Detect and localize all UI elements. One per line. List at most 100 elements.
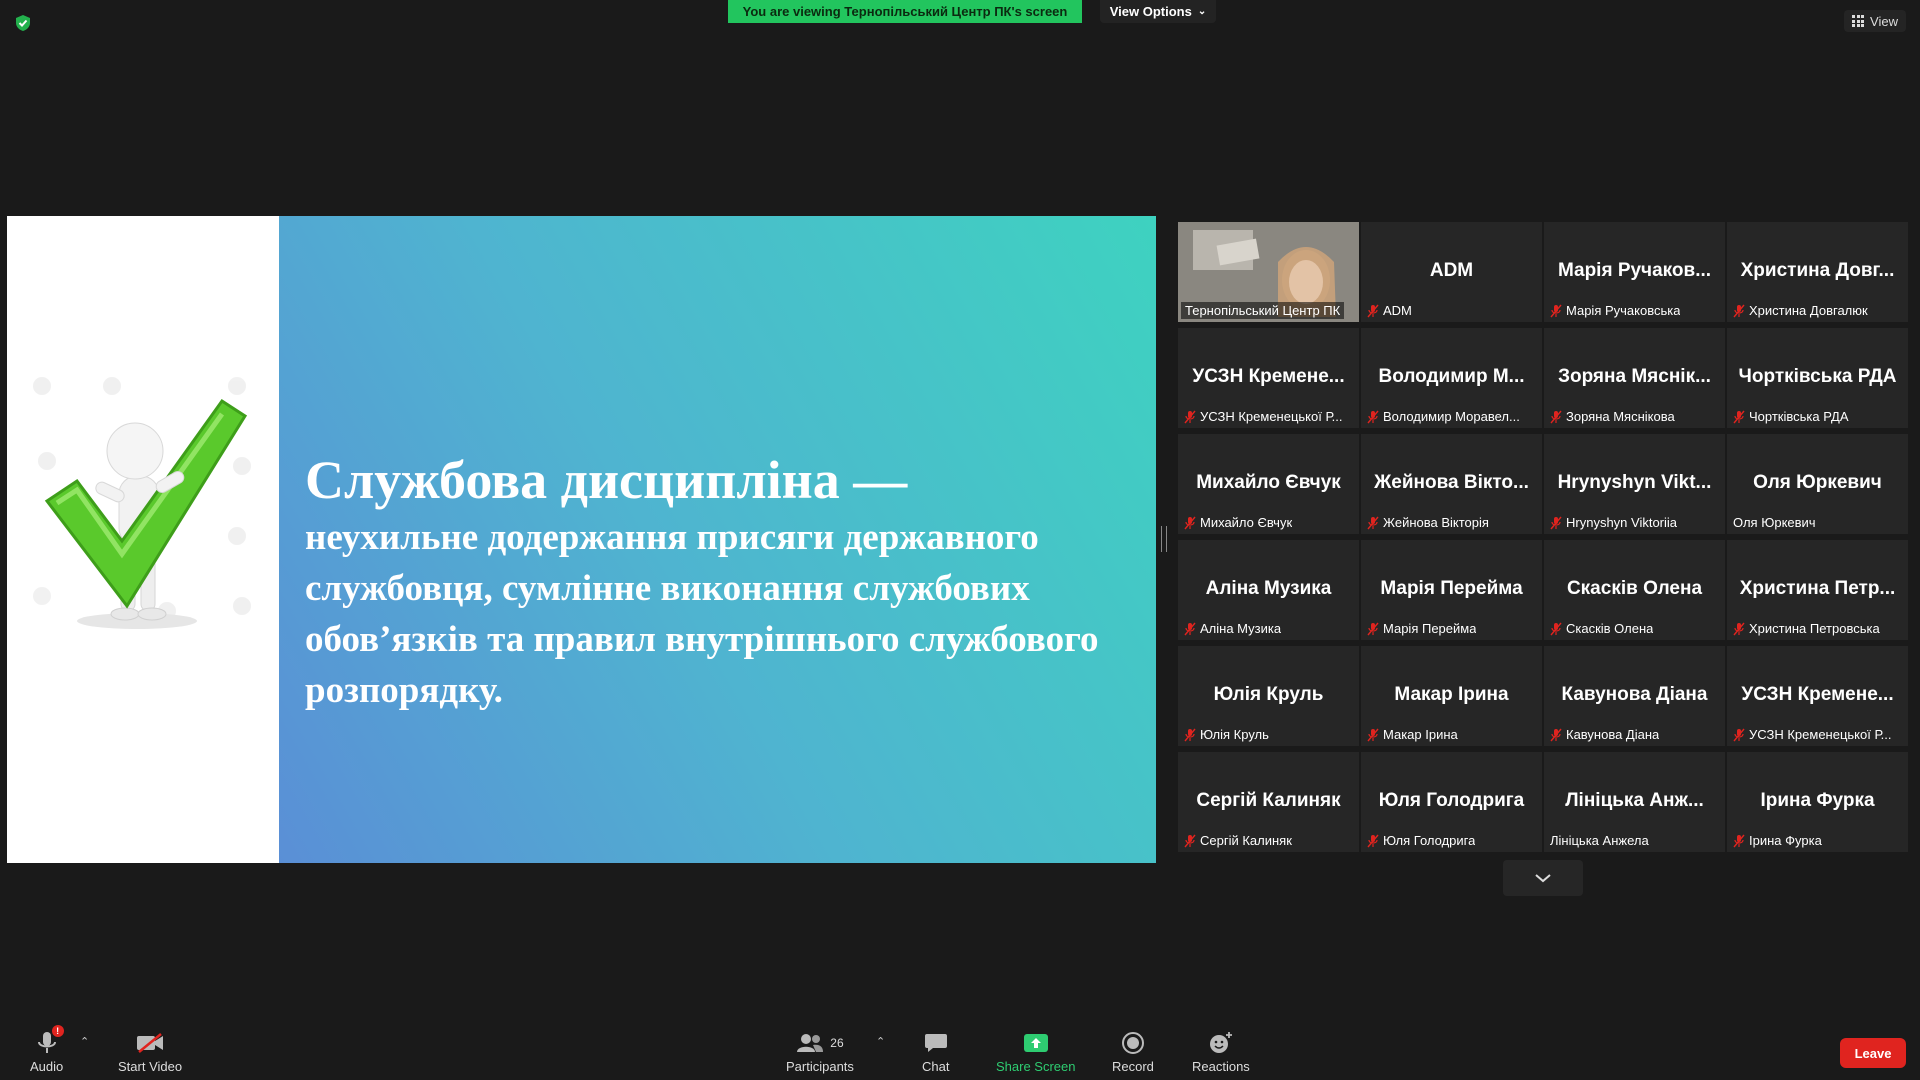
muted-microphone-icon bbox=[1184, 516, 1196, 529]
participant-tile[interactable]: Зоряна Мяснік... Зоряна Мяснікова bbox=[1544, 328, 1725, 428]
participant-tile[interactable]: Чортківська РДА Чортківська РДА bbox=[1727, 328, 1908, 428]
participant-tile[interactable]: ADM ADM bbox=[1361, 222, 1542, 322]
participant-display-name: УСЗН Кремене... bbox=[1741, 684, 1894, 705]
participant-tile[interactable]: Аліна Музика Аліна Музика bbox=[1178, 540, 1359, 640]
participant-label-text: Жейнова Вікторія bbox=[1383, 515, 1489, 530]
participant-tile[interactable]: Hrynyshyn Vikt... Hrynyshyn Viktoriia bbox=[1544, 434, 1725, 534]
participant-display-name: Юля Голодрига bbox=[1378, 790, 1525, 811]
participants-button[interactable]: 26 Participants bbox=[786, 1027, 854, 1074]
participant-name-label: Hrynyshyn Viktoriia bbox=[1550, 515, 1721, 530]
participant-tile[interactable]: Скасків Олена Скасків Олена bbox=[1544, 540, 1725, 640]
muted-microphone-icon bbox=[1367, 516, 1379, 529]
participant-tile[interactable]: Володимир М... Володимир Моравел... bbox=[1361, 328, 1542, 428]
audio-options-caret[interactable]: ⌃ bbox=[80, 1035, 89, 1048]
participant-label-text: Марія Ручаковська bbox=[1566, 303, 1681, 318]
shield-icon[interactable] bbox=[14, 14, 32, 32]
participant-display-name: Жейнова Вікто... bbox=[1374, 472, 1529, 493]
view-options-button[interactable]: View Options ⌄ bbox=[1100, 0, 1216, 23]
checkmark-figure-illustration bbox=[33, 377, 251, 629]
participant-tile[interactable]: Оля Юркевич Оля Юркевич bbox=[1727, 434, 1908, 534]
start-video-button[interactable]: Start Video bbox=[118, 1027, 182, 1074]
slide-content-panel: Службова дисципліна — неухильне додержан… bbox=[279, 216, 1156, 863]
participant-tile[interactable]: УСЗН Кремене... УСЗН Кременецької Р... bbox=[1727, 646, 1908, 746]
reactions-button[interactable]: Reactions bbox=[1192, 1027, 1250, 1074]
grid-icon bbox=[1852, 15, 1865, 27]
participants-icon bbox=[797, 1034, 824, 1052]
share-screen-button[interactable]: Share Screen bbox=[996, 1027, 1076, 1074]
chat-icon bbox=[924, 1034, 947, 1052]
leave-button[interactable]: Leave bbox=[1840, 1038, 1906, 1068]
muted-microphone-icon bbox=[1550, 410, 1562, 423]
view-label: View bbox=[1870, 13, 1898, 29]
participant-label-text: Скасків Олена bbox=[1566, 621, 1654, 636]
slide-image-panel bbox=[7, 216, 279, 863]
participants-options-caret[interactable]: ⌃ bbox=[876, 1035, 885, 1048]
participant-name-label: Марія Ручаковська bbox=[1550, 303, 1721, 318]
participants-count: 26 bbox=[830, 1036, 844, 1050]
participant-name-label: Марія Перейма bbox=[1367, 621, 1538, 636]
muted-microphone-icon bbox=[1733, 410, 1745, 423]
participant-tile[interactable]: Марія Перейма Марія Перейма bbox=[1361, 540, 1542, 640]
participant-name-label: ADM bbox=[1367, 303, 1538, 318]
participant-tile[interactable]: Христина Петр... Христина Петровська bbox=[1727, 540, 1908, 640]
chat-button[interactable]: Chat bbox=[922, 1027, 949, 1074]
participant-label-text: УСЗН Кременецької Р... bbox=[1200, 409, 1343, 424]
participant-tile[interactable]: Сергій Калиняк Сергій Калиняк bbox=[1178, 752, 1359, 852]
audio-label: Audio bbox=[30, 1059, 64, 1074]
muted-microphone-icon bbox=[1550, 728, 1562, 741]
participant-name-label: Аліна Музика bbox=[1184, 621, 1355, 636]
participant-name-label: Жейнова Вікторія bbox=[1367, 515, 1538, 530]
slide-title: Службова дисципліна — bbox=[305, 450, 908, 510]
participant-display-name: Кавунова Діана bbox=[1561, 684, 1708, 705]
participant-tile[interactable]: Юля Голодрига Юля Голодрига bbox=[1361, 752, 1542, 852]
gallery-next-page-button[interactable] bbox=[1503, 860, 1583, 896]
view-button[interactable]: View bbox=[1844, 10, 1906, 32]
participant-tile[interactable]: Лініцька Анж... Лініцька Анжела bbox=[1544, 752, 1725, 852]
participant-display-name: ADM bbox=[1429, 260, 1474, 281]
participant-name-label: Юлія Круль bbox=[1184, 727, 1355, 742]
participant-display-name: Христина Довг... bbox=[1740, 260, 1895, 281]
reactions-icon bbox=[1209, 1032, 1232, 1053]
participant-label-text: Марія Перейма bbox=[1383, 621, 1477, 636]
participant-display-name: Юлія Круль bbox=[1213, 684, 1324, 705]
participant-display-name: Марія Перейма bbox=[1380, 578, 1523, 599]
participant-name-label: Володимир Моравел... bbox=[1367, 409, 1538, 424]
participant-display-name: Христина Петр... bbox=[1739, 578, 1896, 599]
participant-tile[interactable]: Кавунова Діана Кавунова Діана bbox=[1544, 646, 1725, 746]
participant-tile[interactable]: Марія Ручаков... Марія Ручаковська bbox=[1544, 222, 1725, 322]
chevron-down-icon: ⌄ bbox=[1197, 6, 1207, 17]
participant-name-label: Сергій Калиняк bbox=[1184, 833, 1355, 848]
active-speaker-tile[interactable]: Тернопільський Центр ПК bbox=[1178, 222, 1359, 322]
participant-label-text: Христина Довгалюк bbox=[1749, 303, 1868, 318]
participant-name-label: Макар Ірина bbox=[1367, 727, 1538, 742]
participant-tile[interactable]: Жейнова Вікто... Жейнова Вікторія bbox=[1361, 434, 1542, 534]
record-button[interactable]: Record bbox=[1112, 1027, 1154, 1074]
share-screen-label: Share Screen bbox=[996, 1059, 1076, 1074]
participant-display-name: Михайло Євчук bbox=[1196, 472, 1341, 493]
participant-display-name: Сергій Калиняк bbox=[1196, 790, 1341, 811]
meeting-toolbar: ! Audio ⌃ Start Video 26 Participants ⌃ bbox=[0, 1008, 1920, 1080]
muted-microphone-icon bbox=[1550, 304, 1562, 317]
participant-tile[interactable]: Юлія Круль Юлія Круль bbox=[1178, 646, 1359, 746]
participant-tile[interactable]: УСЗН Кремене... УСЗН Кременецької Р... bbox=[1178, 328, 1359, 428]
participant-name-label: Юля Голодрига bbox=[1367, 833, 1538, 848]
muted-microphone-icon bbox=[1367, 728, 1379, 741]
audio-button[interactable]: ! Audio bbox=[30, 1025, 64, 1074]
participant-label-text: Аліна Музика bbox=[1200, 621, 1282, 636]
participant-tile[interactable]: Макар Ірина Макар Ірина bbox=[1361, 646, 1542, 746]
participant-display-name: Макар Ірина bbox=[1394, 684, 1509, 705]
muted-microphone-icon bbox=[1550, 622, 1562, 635]
participant-tile[interactable]: Ірина Фурка Ірина Фурка bbox=[1727, 752, 1908, 852]
participant-tile[interactable]: Христина Довг... Христина Довгалюк bbox=[1727, 222, 1908, 322]
muted-microphone-icon bbox=[1367, 622, 1379, 635]
reactions-label: Reactions bbox=[1192, 1059, 1250, 1074]
participant-display-name: Аліна Музика bbox=[1205, 578, 1332, 599]
participant-tile[interactable]: Михайло Євчук Михайло Євчук bbox=[1178, 434, 1359, 534]
participant-name-label: Ірина Фурка bbox=[1733, 833, 1904, 848]
record-icon bbox=[1121, 1032, 1144, 1054]
muted-microphone-icon bbox=[1184, 834, 1196, 847]
participant-display-name: Скасків Олена bbox=[1566, 578, 1703, 599]
resize-handle[interactable] bbox=[1161, 526, 1167, 552]
participant-name-label: Оля Юркевич bbox=[1733, 515, 1904, 530]
record-label: Record bbox=[1112, 1059, 1154, 1074]
